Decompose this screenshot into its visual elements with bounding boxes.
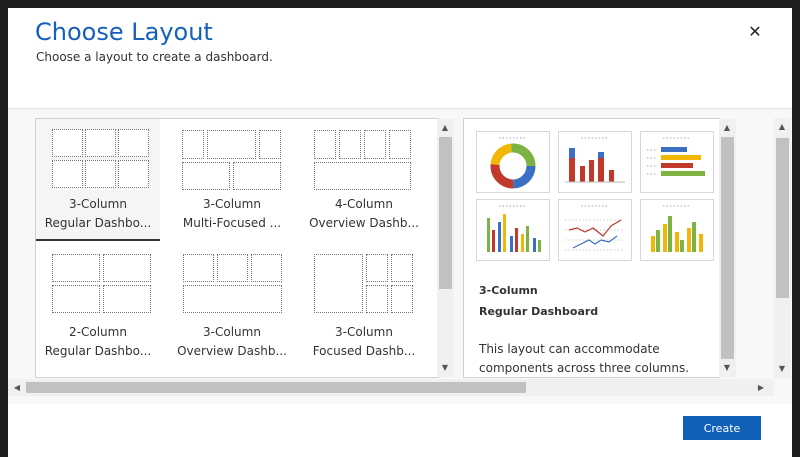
layout-tile-3col-multi-focused[interactable]: 3-Column Multi-Focused ...	[170, 119, 294, 241]
donut-chart-icon	[490, 137, 536, 189]
preview-thumbnail-bar	[640, 131, 714, 193]
bar-chart-icon	[647, 137, 705, 176]
layout-tile-3col-overview[interactable]: 3-Column Overview Dashb...	[170, 247, 294, 369]
layout-diagram-box	[391, 285, 413, 313]
layout-diagram-box	[85, 160, 116, 188]
scroll-up-arrow-icon[interactable]: ▲	[720, 121, 734, 135]
create-button[interactable]: Create	[683, 416, 761, 440]
layout-list: 3-Column Regular Dashbo... 3-Column Multi-…	[35, 118, 454, 378]
layout-diagram-box	[314, 254, 363, 313]
layout-diagram-box	[52, 160, 83, 188]
scroll-down-arrow-icon[interactable]: ▼	[775, 362, 789, 376]
scroll-up-arrow-icon[interactable]: ▲	[775, 120, 789, 134]
preview-description: This layout can accommodate components a…	[479, 342, 690, 375]
layout-diagram-box	[339, 130, 361, 159]
scroll-thumb[interactable]	[26, 382, 526, 393]
layout-diagram-box	[366, 285, 388, 313]
dialog-title: Choose Layout	[35, 18, 213, 46]
close-icon[interactable]: ✕	[747, 24, 763, 40]
scroll-up-arrow-icon[interactable]: ▲	[438, 121, 452, 135]
layout-diagram-box	[391, 254, 413, 282]
preview-thumbnail-donut	[476, 131, 550, 193]
layout-diagram-box	[52, 285, 100, 313]
scroll-thumb[interactable]	[721, 137, 734, 359]
preview-thumbnail-column	[558, 131, 632, 193]
layout-tile-label: 3-Column Regular Dashbo...	[44, 197, 152, 230]
layout-tile-4col-overview[interactable]: 4-Column Overview Dashb...	[302, 119, 426, 241]
layout-tile-label: 3-Column Focused Dashb...	[312, 325, 416, 358]
preview-layout-name-line1: 3-Column	[479, 284, 538, 297]
layout-diagram-box	[314, 162, 411, 190]
layout-diagram-box	[103, 254, 151, 282]
layout-diagram-box	[364, 130, 386, 159]
layout-tile-3col-regular[interactable]: 3-Column Regular Dashbo...	[36, 119, 160, 241]
layout-tile-label: 3-Column Multi-Focused ...	[182, 197, 282, 230]
layout-diagram-box	[182, 162, 230, 190]
dialog-subtitle: Choose a layout to create a dashboard.	[36, 50, 273, 64]
layout-diagram-box	[52, 129, 83, 157]
layout-diagram-box	[183, 285, 282, 313]
layout-diagram-box	[118, 129, 149, 157]
layout-diagram-box	[118, 160, 149, 188]
layout-diagram-box	[314, 130, 336, 159]
layout-tile-label: 3-Column Overview Dashb...	[177, 325, 287, 358]
scroll-left-arrow-icon[interactable]: ◀	[10, 381, 24, 395]
dialog-content: 3-Column Regular Dashbo... 3-Column Multi-…	[8, 108, 792, 404]
layout-diagram-box	[85, 129, 116, 157]
layout-tile-2col-regular[interactable]: 2-Column Regular Dashbo...	[36, 247, 160, 369]
layout-tile-3col-focused[interactable]: 3-Column Focused Dashb...	[302, 247, 426, 369]
scroll-down-arrow-icon[interactable]: ▼	[720, 361, 734, 375]
layout-diagram-box	[207, 130, 256, 159]
column-chart-icon	[565, 137, 625, 183]
layout-diagram-box	[366, 254, 388, 282]
layout-diagram-box	[389, 130, 411, 159]
layout-diagram-box	[259, 130, 281, 159]
choose-layout-dialog: Choose Layout Choose a layout to create …	[8, 8, 792, 457]
layout-diagram-box	[217, 254, 248, 282]
line-chart-icon	[565, 205, 625, 251]
layout-diagram-box	[233, 162, 281, 190]
scroll-right-arrow-icon[interactable]: ▶	[754, 381, 768, 395]
layout-tile-label: 2-Column Regular Dashbo...	[44, 325, 152, 358]
layout-diagram-box	[251, 254, 282, 282]
scroll-down-arrow-icon[interactable]: ▼	[438, 361, 452, 375]
clustered-column-chart-icon	[487, 205, 541, 252]
preview-thumbnail-stacked	[640, 199, 714, 261]
layout-diagram-box	[182, 130, 204, 159]
layout-tile-label: 4-Column Overview Dashb...	[309, 197, 419, 230]
layout-list-scrollbar[interactable]: ▲ ▼	[437, 119, 454, 377]
layout-diagram-box	[52, 254, 100, 282]
layout-diagram-box	[103, 285, 151, 313]
preview-thumbnail-clustered	[476, 199, 550, 261]
content-horizontal-scrollbar[interactable]: ◀ ▶	[8, 379, 774, 396]
preview-scrollbar[interactable]: ▲ ▼	[719, 119, 736, 377]
layout-preview-panel: 3-Column Regular Dashboard This layout c…	[463, 118, 736, 378]
layout-diagram-box	[183, 254, 214, 282]
preview-layout-name-line2: Regular Dashboard	[479, 305, 599, 318]
scroll-thumb[interactable]	[439, 137, 452, 289]
stacked-column-chart-icon	[651, 205, 703, 252]
preview-thumbnail-line	[558, 199, 632, 261]
scroll-thumb[interactable]	[776, 138, 789, 298]
content-vertical-scrollbar[interactable]: ▲ ▼	[774, 118, 791, 379]
